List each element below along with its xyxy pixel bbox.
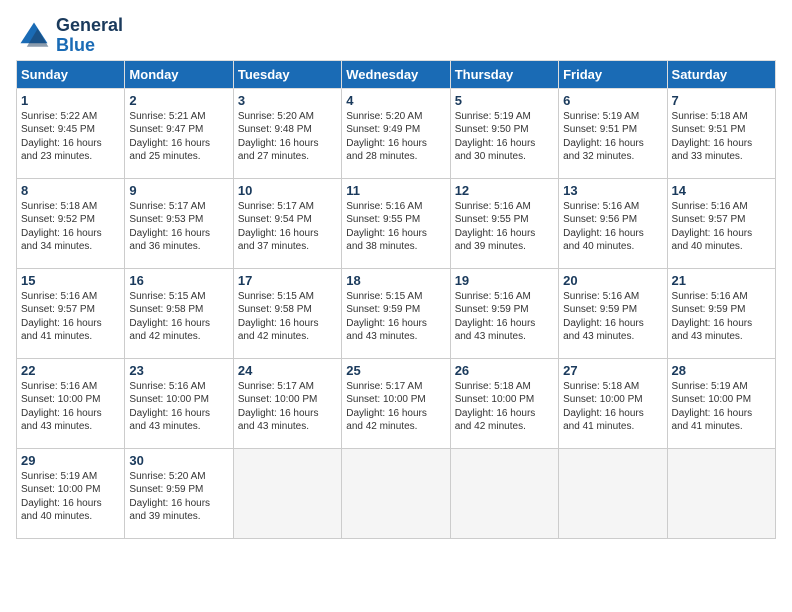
table-row: 15Sunrise: 5:16 AMSunset: 9:57 PMDayligh… <box>17 268 125 358</box>
table-row: 8Sunrise: 5:18 AMSunset: 9:52 PMDaylight… <box>17 178 125 268</box>
weekday-header-saturday: Saturday <box>667 60 775 88</box>
table-row: 20Sunrise: 5:16 AMSunset: 9:59 PMDayligh… <box>559 268 667 358</box>
table-row: 23Sunrise: 5:16 AMSunset: 10:00 PMDaylig… <box>125 358 233 448</box>
table-row: 21Sunrise: 5:16 AMSunset: 9:59 PMDayligh… <box>667 268 775 358</box>
table-row <box>667 448 775 538</box>
table-row <box>233 448 341 538</box>
table-row: 29Sunrise: 5:19 AMSunset: 10:00 PMDaylig… <box>17 448 125 538</box>
table-row: 30Sunrise: 5:20 AMSunset: 9:59 PMDayligh… <box>125 448 233 538</box>
weekday-header-wednesday: Wednesday <box>342 60 450 88</box>
table-row <box>342 448 450 538</box>
table-row: 19Sunrise: 5:16 AMSunset: 9:59 PMDayligh… <box>450 268 558 358</box>
table-row: 13Sunrise: 5:16 AMSunset: 9:56 PMDayligh… <box>559 178 667 268</box>
table-row: 22Sunrise: 5:16 AMSunset: 10:00 PMDaylig… <box>17 358 125 448</box>
calendar: SundayMondayTuesdayWednesdayThursdayFrid… <box>16 60 776 539</box>
table-row: 28Sunrise: 5:19 AMSunset: 10:00 PMDaylig… <box>667 358 775 448</box>
logo: General Blue <box>16 16 123 56</box>
table-row: 24Sunrise: 5:17 AMSunset: 10:00 PMDaylig… <box>233 358 341 448</box>
table-row: 16Sunrise: 5:15 AMSunset: 9:58 PMDayligh… <box>125 268 233 358</box>
weekday-header-row: SundayMondayTuesdayWednesdayThursdayFrid… <box>17 60 776 88</box>
header: General Blue <box>16 16 776 56</box>
calendar-week-0: 1Sunrise: 5:22 AMSunset: 9:45 PMDaylight… <box>17 88 776 178</box>
table-row: 27Sunrise: 5:18 AMSunset: 10:00 PMDaylig… <box>559 358 667 448</box>
table-row: 2Sunrise: 5:21 AMSunset: 9:47 PMDaylight… <box>125 88 233 178</box>
table-row: 7Sunrise: 5:18 AMSunset: 9:51 PMDaylight… <box>667 88 775 178</box>
table-row <box>450 448 558 538</box>
weekday-header-friday: Friday <box>559 60 667 88</box>
weekday-header-sunday: Sunday <box>17 60 125 88</box>
table-row <box>559 448 667 538</box>
weekday-header-monday: Monday <box>125 60 233 88</box>
calendar-week-1: 8Sunrise: 5:18 AMSunset: 9:52 PMDaylight… <box>17 178 776 268</box>
table-row: 4Sunrise: 5:20 AMSunset: 9:49 PMDaylight… <box>342 88 450 178</box>
table-row: 9Sunrise: 5:17 AMSunset: 9:53 PMDaylight… <box>125 178 233 268</box>
table-row: 17Sunrise: 5:15 AMSunset: 9:58 PMDayligh… <box>233 268 341 358</box>
logo-icon <box>16 18 52 54</box>
table-row: 18Sunrise: 5:15 AMSunset: 9:59 PMDayligh… <box>342 268 450 358</box>
table-row: 14Sunrise: 5:16 AMSunset: 9:57 PMDayligh… <box>667 178 775 268</box>
logo-text-blue: Blue <box>56 36 123 56</box>
logo-text-general: General <box>56 16 123 36</box>
weekday-header-tuesday: Tuesday <box>233 60 341 88</box>
weekday-header-thursday: Thursday <box>450 60 558 88</box>
table-row: 1Sunrise: 5:22 AMSunset: 9:45 PMDaylight… <box>17 88 125 178</box>
calendar-week-2: 15Sunrise: 5:16 AMSunset: 9:57 PMDayligh… <box>17 268 776 358</box>
calendar-week-3: 22Sunrise: 5:16 AMSunset: 10:00 PMDaylig… <box>17 358 776 448</box>
table-row: 6Sunrise: 5:19 AMSunset: 9:51 PMDaylight… <box>559 88 667 178</box>
table-row: 10Sunrise: 5:17 AMSunset: 9:54 PMDayligh… <box>233 178 341 268</box>
table-row: 26Sunrise: 5:18 AMSunset: 10:00 PMDaylig… <box>450 358 558 448</box>
table-row: 25Sunrise: 5:17 AMSunset: 10:00 PMDaylig… <box>342 358 450 448</box>
table-row: 11Sunrise: 5:16 AMSunset: 9:55 PMDayligh… <box>342 178 450 268</box>
table-row: 12Sunrise: 5:16 AMSunset: 9:55 PMDayligh… <box>450 178 558 268</box>
calendar-week-4: 29Sunrise: 5:19 AMSunset: 10:00 PMDaylig… <box>17 448 776 538</box>
table-row: 5Sunrise: 5:19 AMSunset: 9:50 PMDaylight… <box>450 88 558 178</box>
table-row: 3Sunrise: 5:20 AMSunset: 9:48 PMDaylight… <box>233 88 341 178</box>
